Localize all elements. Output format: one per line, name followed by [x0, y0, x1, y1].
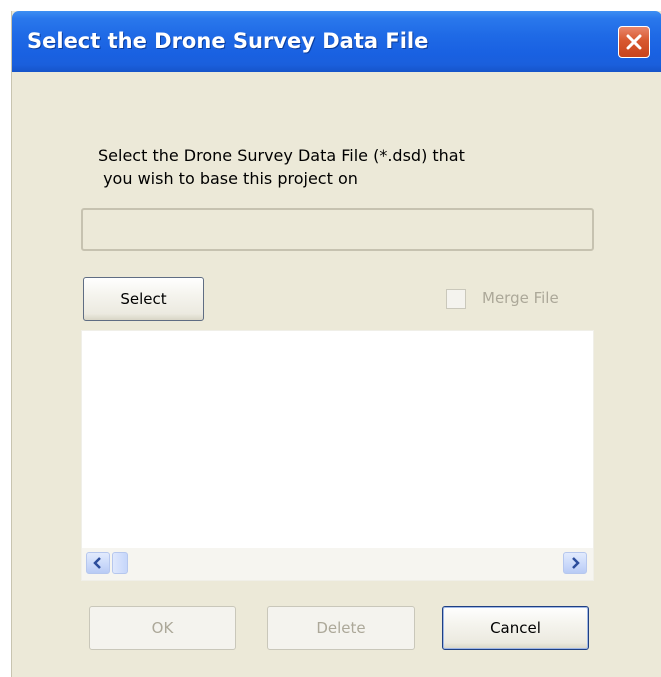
merge-file-label: Merge File	[482, 289, 559, 307]
scroll-right-arrow-icon	[572, 557, 580, 569]
close-button[interactable]	[618, 26, 650, 58]
scroll-left-arrow-icon	[93, 557, 101, 569]
file-list[interactable]	[81, 330, 594, 581]
instruction-line-1: Select the Drone Survey Data File (*.dsd…	[98, 146, 465, 165]
horizontal-scrollbar[interactable]	[82, 548, 593, 580]
select-button[interactable]: Select	[83, 277, 204, 321]
window-title: Select the Drone Survey Data File	[27, 29, 429, 53]
scrollbar-thumb[interactable]	[112, 552, 128, 574]
merge-file-checkbox[interactable]	[446, 289, 466, 309]
scroll-left-button[interactable]	[86, 552, 110, 574]
instruction-line-2: you wish to base this project on	[98, 169, 358, 188]
delete-button[interactable]: Delete	[267, 606, 415, 650]
dialog-window: Select the Drone Survey Data File Select…	[11, 11, 661, 677]
title-bar[interactable]: Select the Drone Survey Data File	[12, 11, 661, 72]
cancel-button[interactable]: Cancel	[442, 606, 589, 650]
instruction-text: Select the Drone Survey Data File (*.dsd…	[98, 144, 465, 190]
ok-button[interactable]: OK	[89, 606, 236, 650]
close-icon	[626, 34, 642, 50]
scroll-right-button[interactable]	[563, 552, 587, 574]
file-path-field	[81, 208, 594, 251]
